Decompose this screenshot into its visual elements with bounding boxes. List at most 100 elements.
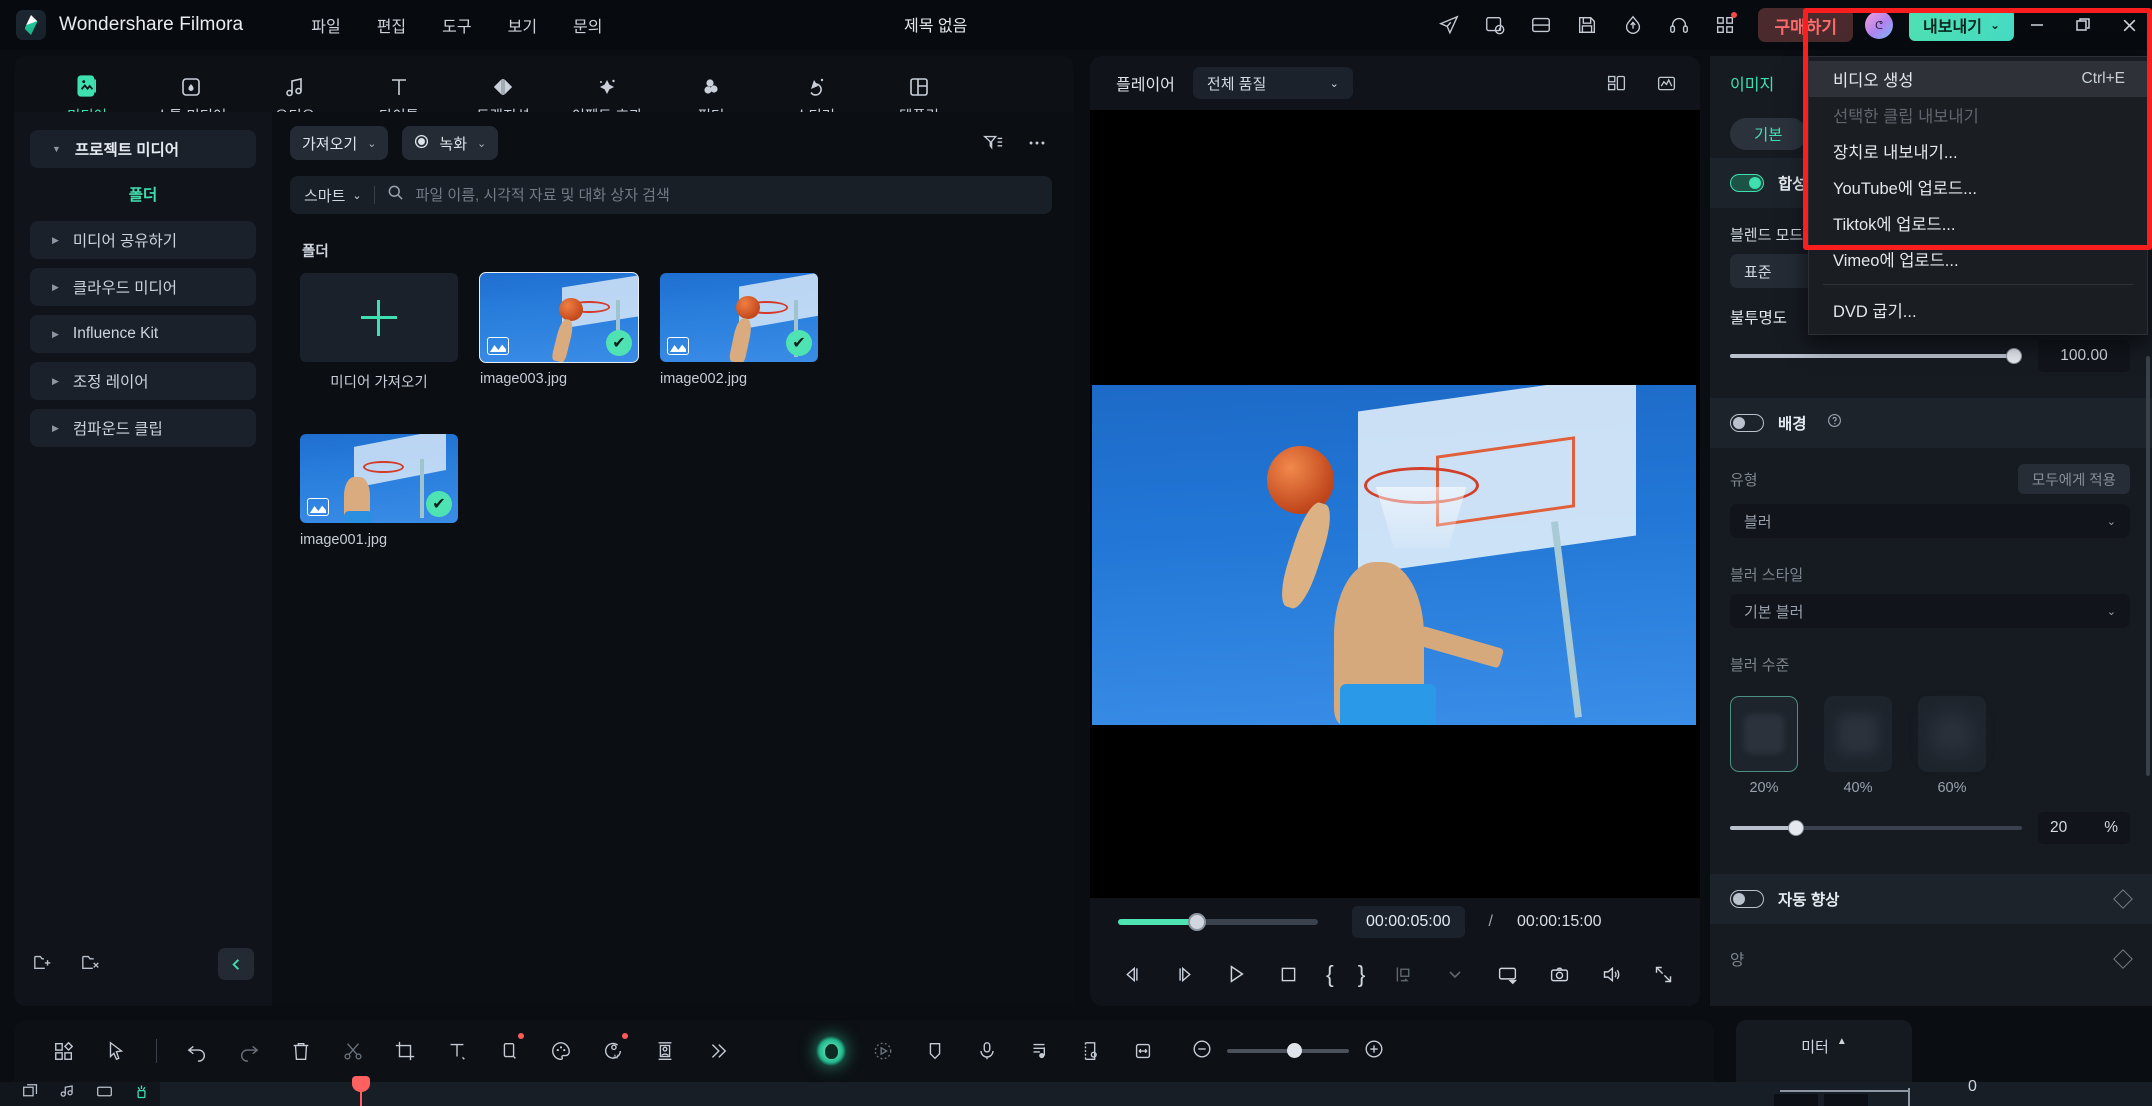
type-select[interactable]: 블러 ⌄ <box>1730 504 2130 538</box>
background-toggle[interactable] <box>1730 414 1764 432</box>
playhead[interactable] <box>352 1076 370 1106</box>
menu-item-burn-dvd[interactable]: DVD 굽기... <box>1809 292 2147 328</box>
redo-button[interactable] <box>223 1029 275 1073</box>
fullscreen-icon[interactable] <box>1649 960 1677 988</box>
collapse-panel-icon[interactable] <box>218 948 254 980</box>
opacity-value[interactable]: 100.00 <box>2038 340 2130 372</box>
more-options-icon[interactable] <box>1022 128 1052 158</box>
help-icon[interactable] <box>1827 413 1842 433</box>
ai-copilot-button[interactable] <box>805 1029 857 1073</box>
keyframe-diamond-icon[interactable] <box>2113 889 2133 909</box>
media-item[interactable]: ✔ image002.jpg <box>660 273 818 392</box>
monitor-icon[interactable] <box>1493 960 1521 988</box>
waveform-icon[interactable] <box>1650 67 1682 99</box>
minimize-button[interactable] <box>2014 0 2060 50</box>
mask-button[interactable] <box>483 1029 535 1073</box>
next-frame-icon[interactable] <box>1170 960 1198 988</box>
menu-item-edit[interactable]: 편집 <box>359 7 424 43</box>
video-track-icon[interactable] <box>96 1083 113 1105</box>
brace-close-icon[interactable]: } <box>1358 961 1366 988</box>
sidebar-item-compound-clip[interactable]: ▶ 컴파운드 클립 <box>30 409 256 447</box>
split-button[interactable] <box>327 1029 379 1073</box>
sidebar-item-project-media[interactable]: ▼ 프로젝트 미디어 <box>30 130 256 168</box>
filter-sort-icon[interactable] <box>978 128 1008 158</box>
auto-enhance-toggle[interactable] <box>1730 890 1764 908</box>
grid-view-button[interactable] <box>38 1029 90 1073</box>
sidebar-item-influence-kit[interactable]: ▶ Influence Kit <box>30 315 256 353</box>
select-tool-button[interactable] <box>90 1029 142 1073</box>
effect-track-icon[interactable] <box>133 1083 150 1105</box>
menu-item-upload-vimeo[interactable]: Vimeo에 업로드... <box>1809 241 2147 277</box>
search-input[interactable] <box>415 186 1038 204</box>
import-media-tile[interactable]: 미디어 가져오기 <box>300 273 458 392</box>
composite-toggle[interactable] <box>1730 174 1764 192</box>
blur-amount-slider[interactable] <box>1730 820 2022 836</box>
camera-icon[interactable] <box>1545 960 1573 988</box>
buy-button[interactable]: 구매하기 <box>1758 8 1854 42</box>
stop-icon[interactable] <box>1274 960 1302 988</box>
ai-tools-button[interactable]: AI <box>587 1029 639 1073</box>
audio-detach-button[interactable] <box>1013 1029 1065 1073</box>
history-icon[interactable] <box>1476 6 1514 44</box>
menu-item-upload-tiktok[interactable]: Tiktok에 업로드... <box>1809 205 2147 241</box>
motion-tracking-button[interactable] <box>857 1029 909 1073</box>
crop-button[interactable] <box>379 1029 431 1073</box>
fit-timeline-button[interactable] <box>1117 1029 1169 1073</box>
zoom-slider[interactable] <box>1227 1043 1349 1058</box>
undo-button[interactable] <box>171 1029 223 1073</box>
search-mode-selector[interactable]: 스마트 ⌄ <box>304 185 362 206</box>
subtab-basic[interactable]: 기본 <box>1730 118 1807 150</box>
playback-progress-slider[interactable] <box>1118 913 1318 931</box>
menu-item-upload-youtube[interactable]: YouTube에 업로드... <box>1809 169 2147 205</box>
zoom-out-icon[interactable] <box>1191 1038 1213 1065</box>
brace-open-icon[interactable]: { <box>1326 961 1334 988</box>
apps-icon[interactable] <box>1706 6 1744 44</box>
prev-frame-icon[interactable] <box>1118 960 1146 988</box>
delete-button[interactable] <box>275 1029 327 1073</box>
keyframe-diamond-icon[interactable] <box>2113 949 2133 969</box>
menu-item-contact[interactable]: 문의 <box>555 7 620 43</box>
layout-icon[interactable] <box>1522 6 1560 44</box>
record-button[interactable]: 녹화 ⌄ <box>402 126 499 160</box>
sidebar-item-cloud-media[interactable]: ▶ 클라우드 미디어 <box>30 268 256 306</box>
marker-add-button[interactable] <box>909 1029 961 1073</box>
import-button[interactable]: 가져오기 ⌄ <box>290 126 389 160</box>
save-icon[interactable] <box>1568 6 1606 44</box>
add-track-icon[interactable] <box>22 1083 39 1105</box>
speaker-icon[interactable] <box>1597 960 1625 988</box>
more-tools-button[interactable] <box>691 1029 743 1073</box>
zoom-in-icon[interactable] <box>1363 1038 1385 1065</box>
maximize-button[interactable] <box>2060 0 2106 50</box>
blur-amount-value-box[interactable]: 20 % <box>2038 812 2130 844</box>
opacity-slider[interactable] <box>1730 348 2022 364</box>
audio-track-icon[interactable] <box>59 1083 76 1105</box>
text-button[interactable] <box>431 1029 483 1073</box>
properties-scrollbar[interactable] <box>2146 356 2150 776</box>
apply-to-all-button[interactable]: 모두에게 적용 <box>2017 464 2130 494</box>
blur-style-select[interactable]: 기본 블러 ⌄ <box>1730 594 2130 628</box>
avatar[interactable]: ᕦ <box>1865 11 1894 39</box>
cloud-upload-icon[interactable] <box>1614 6 1652 44</box>
current-time[interactable]: 00:00:05:00 <box>1352 906 1465 938</box>
media-thumbnail[interactable]: ✔ <box>300 434 458 523</box>
close-button[interactable] <box>2106 0 2152 50</box>
auto-frame-button[interactable] <box>639 1029 691 1073</box>
chevron-down-icon[interactable] <box>1441 960 1469 988</box>
export-button[interactable]: 내보내기 ⌄ <box>1909 9 2014 41</box>
media-thumbnail[interactable]: ✔ <box>660 273 818 362</box>
layout-grid-icon[interactable] <box>1600 67 1632 99</box>
menu-item-view[interactable]: 보기 <box>490 7 555 43</box>
delete-folder-icon[interactable] <box>80 952 102 977</box>
sidebar-folder-label[interactable]: 폴더 <box>30 177 256 211</box>
blur-level-option-60[interactable]: 60% <box>1918 696 1986 796</box>
headset-icon[interactable] <box>1660 6 1698 44</box>
import-media-thumb[interactable] <box>300 273 458 362</box>
play-icon[interactable] <box>1222 960 1250 988</box>
marker-icon[interactable] <box>1389 960 1417 988</box>
timecode-button[interactable] <box>1065 1029 1117 1073</box>
blur-level-option-40[interactable]: 40% <box>1824 696 1892 796</box>
menu-item-create-video[interactable]: 비디오 생성 Ctrl+E <box>1809 61 2147 97</box>
preview-video[interactable] <box>1092 385 1696 725</box>
send-icon[interactable] <box>1430 6 1468 44</box>
zoom-handle[interactable] <box>1287 1043 1302 1058</box>
